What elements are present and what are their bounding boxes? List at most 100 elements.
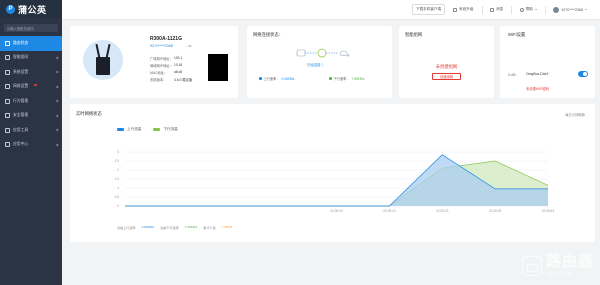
upgrade-icon [453,7,458,12]
sidebar-item-label: 智能组网 [13,55,29,60]
lan-ip-label: 局域网IP地址： [150,64,173,68]
help-icon [519,7,524,12]
firmware-value: 4.6.0 稳定版 [174,78,193,82]
sidebar-search-input[interactable]: 请输入搜索关键词 [4,24,58,32]
traffic-footer: 当前上行速率 0.00KB/s 当前下行速率 7.59KB/s 累计下载 7.4… [117,225,232,230]
redaction-box [208,54,228,81]
y-tick-label: 2.5 [115,159,120,163]
create-network-button[interactable]: 创建组网 [432,73,461,80]
wifi-password-warning[interactable]: 未设置WiFi密码 [526,86,549,91]
footer-down-value: 7.59KB/s [184,225,198,229]
sidebar-item-label: 应用工具 [13,127,29,132]
traffic-card: 实时网络状态 每五分钟刷新 上行流量 下行流量 0 0.5 1 1.5 2 2.5 3 22:… [70,104,595,242]
help-label: 帮助 [525,7,533,11]
logo-icon: P [6,4,15,14]
footer-up-value: 0.00KB/s [141,225,155,229]
footer-total-value: 7.45KB [221,225,232,229]
smart-network-title: 智能组网 [405,32,423,37]
download-client-button[interactable]: 下载手机客户端 [412,4,446,15]
wan-ip-value: 192.1 [174,56,183,60]
sidebar-item-label: 网络设置 [13,84,29,89]
download-dot [329,77,332,80]
download-label: 下行速率： [333,77,350,81]
connection-card: 网络连接状态： 已经连接 ！ 上行速率： 0.00KB/s 下行速率： 7.59… [247,26,392,98]
upload-dot [259,77,262,80]
sidebar-item-label: 系统设置 [13,69,29,74]
watermark: 路由器 luyouqi.com [521,253,594,277]
mac-label: MAC地址： [150,71,168,75]
sidebar: P 蒲公英 请输入搜索关键词 路由状态 智能组网 系统设置 网络设置 行为管理 … [0,0,62,285]
notification-dot [34,83,37,86]
sidebar-nav: 路由状态 智能组网 系统设置 网络设置 行为管理 安全管理 应用工具 应用中心 [0,36,62,152]
sidebar-item-smart-network[interactable]: 智能组网 [0,51,62,66]
chevron-right-icon [55,143,59,146]
sidebar-item-label: 路由状态 [13,40,29,45]
traffic-chart: 0 0.5 1 1.5 2 2.5 3 22:05:03 22:05:13 22:05:23 22:… [115,150,555,213]
upload-value: 0.00KB/s [281,76,295,81]
y-tick-label: 0 [117,204,119,208]
connection-title: 网络连接状态： [253,32,284,37]
x-tick-label: 22:05:33 [489,209,502,213]
router-sn-suffix: - ar [186,44,192,48]
router-body [96,57,110,75]
x-tick-label: 22:05:43 [542,209,555,213]
cloud-node-icon [339,50,350,57]
bell-icon [490,7,495,12]
apps-icon [5,142,10,148]
x-tick-label: 22:05:13 [383,209,396,213]
user-name: 9270****2368 [561,7,583,12]
footer-up-label: 当前上行速率 [117,226,136,230]
logo[interactable]: P 蒲公英 [0,0,62,18]
divider [481,5,483,14]
router-sn: 9270****2368 [150,44,173,48]
sidebar-item-behavior[interactable]: 行为管理 [0,94,62,109]
footer-total-label: 累计下载 [203,226,216,230]
dashboard-icon [5,40,10,46]
settings-icon [5,69,10,75]
sidebar-item-security[interactable]: 安全管理 [0,109,62,124]
user-menu[interactable]: 9270****2368 [550,5,590,15]
wan-ip-label: 广域网IP地址： [150,57,173,61]
connection-diagram [296,48,350,58]
sidebar-item-network-settings[interactable]: 网络设置 [0,80,62,95]
wifi-band: 2.4G： [508,73,519,77]
firmware-label: 系统版本： [150,78,167,82]
topbar: 下载手机客户端 系统升级 消息 帮助 9270****2368 [62,0,600,20]
divider [544,5,546,14]
watermark-sub: luyouqi.com [545,271,573,277]
sidebar-item-router-status[interactable]: 路由状态 [0,36,62,51]
tools-icon [5,127,10,133]
sidebar-item-tools[interactable]: 应用工具 [0,123,62,138]
y-tick-label: 1 [117,186,119,190]
wifi-ssid: OrayBox-D4e2 [526,72,549,76]
x-tick-label: 22:05:03 [330,209,343,213]
chevron-right-icon [55,99,59,103]
download-value: 7.59KB/s [351,76,365,81]
sidebar-item-label: 行为管理 [13,98,29,103]
download-label: 下载手机客户端 [416,7,442,11]
sidebar-item-label: 安全管理 [13,113,29,118]
behavior-icon [5,98,10,104]
chevron-right-icon [55,56,59,59]
avatar [553,6,560,13]
upload-label: 上行速率： [263,77,280,81]
router-node-icon [296,49,306,57]
sidebar-item-app-center[interactable]: 应用中心 [0,138,62,153]
watermark-text: 路由器 [545,253,594,270]
y-tick-label: 0.5 [115,195,120,199]
chevron-down-icon [534,9,537,10]
chevron-right-icon [55,114,59,117]
help-button[interactable]: 帮助 [517,5,540,14]
sidebar-item-system-settings[interactable]: 系统设置 [0,65,62,80]
globe-node-icon [317,48,327,58]
connection-status: 已经连接 ！ [307,63,325,67]
app-name: 蒲公英 [18,4,47,15]
network-icon [5,55,10,61]
wifi-toggle[interactable] [578,71,588,77]
messages-button[interactable]: 消息 [487,5,506,14]
smart-network-card: 智能组网 未创建组网 创建组网 [399,26,494,98]
lan-ip-value: 10.16 [174,63,183,67]
system-upgrade-button[interactable]: 系统升级 [450,5,476,14]
wifi-title: WiFi设置 [508,32,526,37]
upgrade-label: 系统升级 [459,7,474,11]
